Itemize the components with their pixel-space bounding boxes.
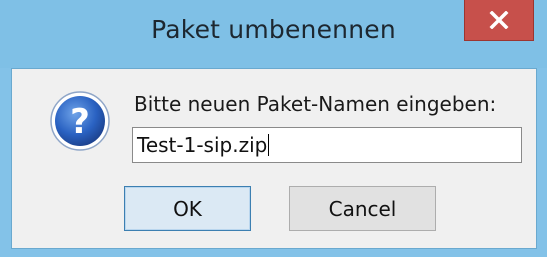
ok-button[interactable]: OK xyxy=(124,186,251,231)
svg-text:?: ? xyxy=(70,102,90,142)
close-button[interactable] xyxy=(464,0,534,41)
question-icon: ? xyxy=(50,91,110,151)
text-caret xyxy=(268,134,270,156)
input-value: Test-1-sip.zip xyxy=(137,133,268,157)
rename-package-dialog: Paket umbenennen ? Bitte neuen Paket-Nam… xyxy=(0,0,547,257)
title-bar[interactable]: Paket umbenennen xyxy=(0,0,547,68)
dialog-body: ? Bitte neuen Paket-Namen eingeben: Test… xyxy=(11,68,537,249)
close-icon xyxy=(489,11,509,29)
cancel-button[interactable]: Cancel xyxy=(289,186,436,231)
package-name-input[interactable]: Test-1-sip.zip xyxy=(132,127,522,163)
prompt-label: Bitte neuen Paket-Namen eingeben: xyxy=(134,92,497,116)
